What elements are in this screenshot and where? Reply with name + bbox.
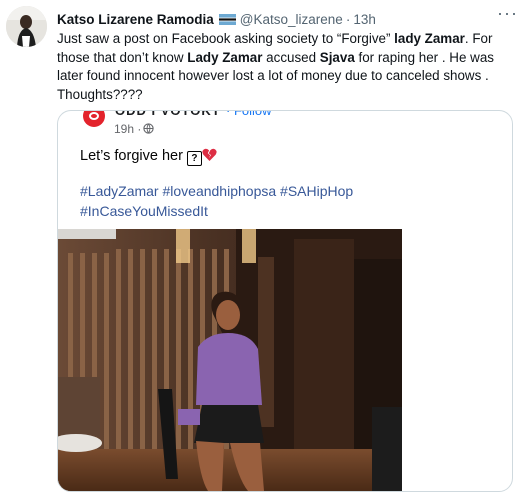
botswana-flag-icon	[218, 13, 236, 25]
question-box-icon: ?	[186, 151, 202, 166]
tweet-text-part: accused	[262, 49, 320, 65]
fb-post-time: 19h ·	[114, 122, 142, 136]
tweet-text-bold: lady Zamar	[394, 31, 465, 46]
separator-dot: ·	[345, 11, 351, 27]
post-photo[interactable]	[58, 229, 402, 491]
fb-post-text-content: Let’s forgive her	[80, 148, 183, 164]
author-handle[interactable]: @Katso_lizarene	[240, 12, 343, 27]
tweet-text: Just saw a post on Facebook asking socie…	[57, 30, 512, 104]
author-name[interactable]: Katso Lizarene Ramodia	[57, 12, 214, 27]
page-logo-icon	[83, 111, 105, 127]
globe-icon	[143, 123, 154, 134]
tweet-text-bold: Sjava	[319, 49, 355, 65]
tweet-text-part: Just saw a post on Facebook asking socie…	[57, 31, 395, 46]
more-horizontal-icon[interactable]: ···	[497, 4, 518, 22]
fb-page-name: ODD I VOTOKT	[115, 110, 221, 118]
fb-post-text: Let’s forgive her?	[80, 148, 217, 166]
tweet-text-bold: Lady Zamar	[187, 49, 263, 65]
broken-heart-icon	[202, 148, 217, 161]
fb-follow-link: · Follow	[226, 110, 272, 118]
author-avatar[interactable]	[6, 6, 47, 47]
embedded-media-card[interactable]: ODD I VOTOKT · Follow 19h · Let’s forgiv…	[57, 110, 513, 492]
tweet-header: Katso Lizarene Ramodia @Katso_lizarene ·…	[57, 9, 516, 29]
hashtag-line[interactable]: #LadyZamar #loveandhiphopsa #SAHipHop	[80, 181, 490, 201]
tweet-time[interactable]: 13h	[353, 12, 376, 27]
hashtags: #LadyZamar #loveandhiphopsa #SAHipHop #I…	[80, 181, 490, 221]
hashtag-line[interactable]: #InCaseYouMissedIt	[80, 201, 490, 221]
